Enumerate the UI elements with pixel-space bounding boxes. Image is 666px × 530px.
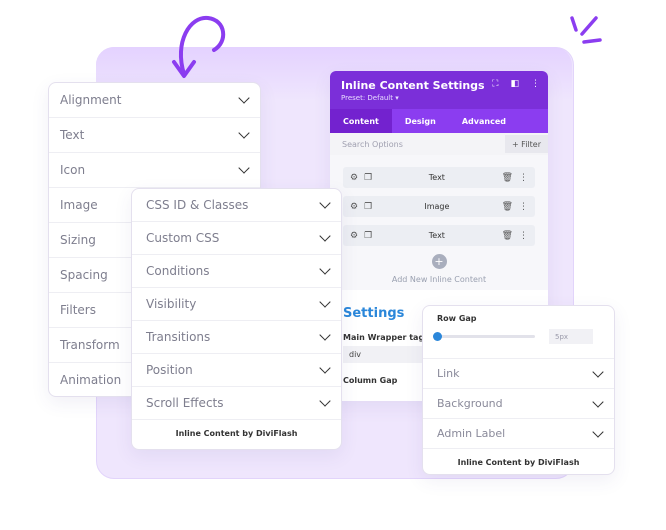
trash-icon[interactable]: 🗑 bbox=[502, 173, 513, 183]
item-label: Text bbox=[428, 173, 445, 182]
more-options-icon[interactable]: ⋮ bbox=[519, 173, 528, 183]
toggle-label: Transform bbox=[60, 338, 120, 352]
trash-icon[interactable]: 🗑 bbox=[502, 231, 513, 241]
tab-content[interactable]: Content bbox=[330, 109, 392, 133]
chevron-down-icon bbox=[592, 395, 604, 408]
toggle-alignment[interactable]: Alignment bbox=[49, 83, 260, 118]
slider-thumb[interactable] bbox=[433, 332, 442, 341]
spacing-options-panel: Row Gap 5px Link Background Admin Label … bbox=[422, 305, 615, 475]
row-gap-slider[interactable] bbox=[433, 332, 535, 341]
panel-footer: Inline Content by DiviFlash bbox=[457, 457, 580, 467]
chevron-down-icon bbox=[319, 263, 331, 275]
row-gap-input[interactable]: 5px bbox=[549, 329, 593, 344]
toggle-label: Transitions bbox=[146, 330, 211, 344]
toggle-label: Link bbox=[437, 367, 460, 380]
advanced-options-panel: CSS ID & Classes Custom CSS Conditions V… bbox=[131, 188, 342, 450]
expand-icon[interactable]: ⛶ bbox=[492, 79, 498, 89]
settings-tabs: Content Design Advanced bbox=[330, 109, 548, 133]
header-icons: ⛶ ◧ ⋮ bbox=[492, 79, 540, 89]
add-new-content[interactable]: + Add New Inline Content bbox=[343, 254, 535, 284]
toggle-css-id-classes[interactable]: CSS ID & Classes bbox=[132, 189, 341, 222]
toggle-position[interactable]: Position bbox=[132, 354, 341, 387]
toggle-background[interactable]: Background bbox=[423, 389, 614, 419]
chevron-down-icon bbox=[592, 365, 604, 378]
list-item[interactable]: ⚙ ❐ Image 🗑 ⋮ bbox=[343, 196, 535, 217]
row-gap-label: Row Gap bbox=[437, 314, 477, 323]
chevron-down-icon bbox=[238, 92, 250, 104]
toggle-visibility[interactable]: Visibility bbox=[132, 288, 341, 321]
list-item[interactable]: ⚙ ❐ Text 🗑 ⋮ bbox=[343, 167, 535, 188]
split-view-icon[interactable]: ◧ bbox=[510, 79, 519, 89]
toggle-label: Text bbox=[60, 128, 85, 142]
toggle-label: Filters bbox=[60, 303, 96, 317]
tab-advanced[interactable]: Advanced bbox=[449, 109, 519, 133]
toggle-scroll-effects[interactable]: Scroll Effects bbox=[132, 387, 341, 420]
toggle-label: Icon bbox=[60, 163, 86, 177]
tab-design[interactable]: Design bbox=[392, 109, 449, 133]
duplicate-icon[interactable]: ❐ bbox=[364, 173, 372, 183]
toggle-icon[interactable]: Icon bbox=[49, 153, 260, 188]
sparkle-lines-icon bbox=[570, 16, 602, 44]
settings-header: Inline Content Settings Preset: Default … bbox=[330, 71, 548, 109]
more-options-icon[interactable]: ⋮ bbox=[519, 202, 528, 212]
wrapper-tag-select[interactable]: div bbox=[343, 346, 424, 363]
toggle-transitions[interactable]: Transitions bbox=[132, 321, 341, 354]
add-new-label: Add New Inline Content bbox=[391, 275, 487, 284]
chevron-down-icon bbox=[319, 197, 331, 209]
plus-icon[interactable]: + bbox=[431, 254, 447, 269]
chevron-down-icon bbox=[238, 162, 250, 174]
search-bar: Search Options + Filter bbox=[330, 133, 548, 155]
gear-icon[interactable]: ⚙ bbox=[350, 202, 358, 212]
gear-icon[interactable]: ⚙ bbox=[350, 231, 358, 241]
chevron-down-icon bbox=[592, 425, 604, 438]
toggle-label: Spacing bbox=[60, 268, 108, 282]
toggle-label: Visibility bbox=[146, 297, 197, 311]
toggle-link[interactable]: Link bbox=[423, 359, 614, 389]
more-options-icon[interactable]: ⋮ bbox=[519, 231, 528, 241]
toggle-label: Admin Label bbox=[437, 427, 506, 440]
duplicate-icon[interactable]: ❐ bbox=[364, 231, 372, 241]
list-item[interactable]: ⚙ ❐ Text 🗑 ⋮ bbox=[343, 225, 535, 246]
toggle-label: CSS ID & Classes bbox=[146, 198, 249, 212]
toggle-label: Conditions bbox=[146, 264, 210, 278]
filter-button[interactable]: + Filter bbox=[504, 135, 548, 153]
toggle-label: Custom CSS bbox=[146, 231, 220, 245]
preset-selector[interactable]: Preset: Default ▾ bbox=[341, 94, 538, 102]
more-options-icon[interactable]: ⋮ bbox=[531, 79, 540, 89]
row-gap-control: Row Gap 5px bbox=[423, 306, 614, 359]
search-input[interactable]: Search Options bbox=[342, 140, 403, 149]
toggle-label: Scroll Effects bbox=[146, 396, 224, 410]
toggle-label: Position bbox=[146, 363, 193, 377]
item-label: Text bbox=[428, 231, 445, 240]
toggle-label: Background bbox=[437, 397, 503, 410]
chevron-down-icon bbox=[319, 329, 331, 341]
panel-footer: Inline Content by DiviFlash bbox=[175, 429, 298, 438]
content-items-list: ⚙ ❐ Text 🗑 ⋮ ⚙ ❐ Image 🗑 ⋮ ⚙ ❐ Text 🗑 ⋮ + Add … bbox=[330, 155, 548, 290]
gear-icon[interactable]: ⚙ bbox=[350, 173, 358, 183]
trash-icon[interactable]: 🗑 bbox=[502, 202, 513, 212]
curved-arrow-icon bbox=[172, 15, 225, 78]
item-label: Image bbox=[424, 202, 450, 211]
duplicate-icon[interactable]: ❐ bbox=[364, 202, 372, 212]
toggle-custom-css[interactable]: Custom CSS bbox=[132, 222, 341, 255]
toggle-label: Sizing bbox=[60, 233, 96, 247]
toggle-conditions[interactable]: Conditions bbox=[132, 255, 341, 288]
chevron-down-icon bbox=[319, 362, 331, 374]
toggle-admin-label[interactable]: Admin Label bbox=[423, 419, 614, 449]
chevron-down-icon bbox=[319, 296, 331, 308]
chevron-down-icon bbox=[238, 127, 250, 139]
toggle-label: Image bbox=[60, 198, 98, 212]
chevron-down-icon bbox=[319, 395, 331, 407]
toggle-label: Alignment bbox=[60, 93, 122, 107]
chevron-down-icon bbox=[319, 230, 331, 242]
toggle-label: Animation bbox=[60, 373, 122, 387]
toggle-text[interactable]: Text bbox=[49, 118, 260, 153]
